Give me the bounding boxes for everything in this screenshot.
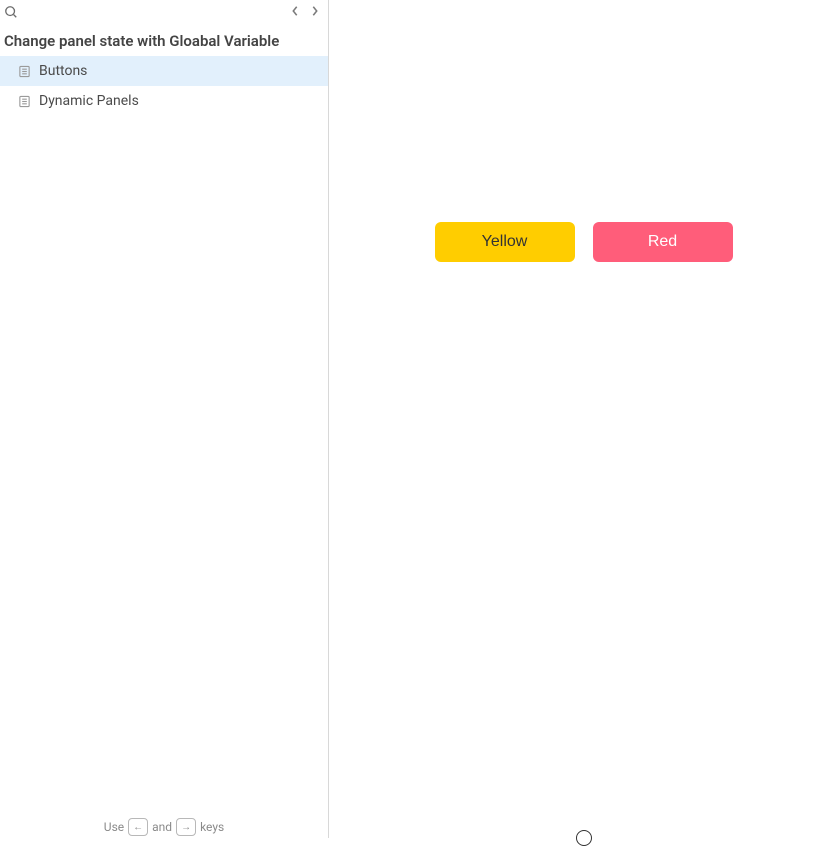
page-list: Buttons Dynamic Panels [0, 56, 328, 812]
sidebar-item-label: Buttons [39, 63, 87, 79]
canvas: Yellow Red [329, 0, 838, 838]
sidebar-item-dynamic-panels[interactable]: Dynamic Panels [0, 86, 328, 116]
button-row: Yellow Red [329, 222, 838, 262]
loader-icon [576, 830, 592, 846]
nav-arrows [290, 4, 324, 18]
sidebar-item-label: Dynamic Panels [39, 93, 139, 109]
next-page-icon[interactable] [310, 4, 320, 18]
keyboard-hint: Use ← and → keys [0, 812, 328, 838]
search-icon[interactable] [4, 4, 18, 18]
key-right-icon: → [176, 818, 196, 836]
hint-prefix: Use [104, 820, 124, 834]
page-icon [18, 95, 31, 108]
project-title: Change panel state with Gloabal Variable [0, 22, 328, 56]
sidebar: Change panel state with Gloabal Variable… [0, 0, 329, 838]
key-left-icon: ← [128, 818, 148, 836]
yellow-button[interactable]: Yellow [435, 222, 575, 262]
red-button[interactable]: Red [593, 222, 733, 262]
prev-page-icon[interactable] [290, 4, 300, 18]
sidebar-item-buttons[interactable]: Buttons [0, 56, 328, 86]
hint-suffix: keys [200, 820, 224, 834]
page-icon [18, 65, 31, 78]
hint-middle: and [152, 820, 172, 834]
sidebar-topbar [0, 0, 328, 22]
